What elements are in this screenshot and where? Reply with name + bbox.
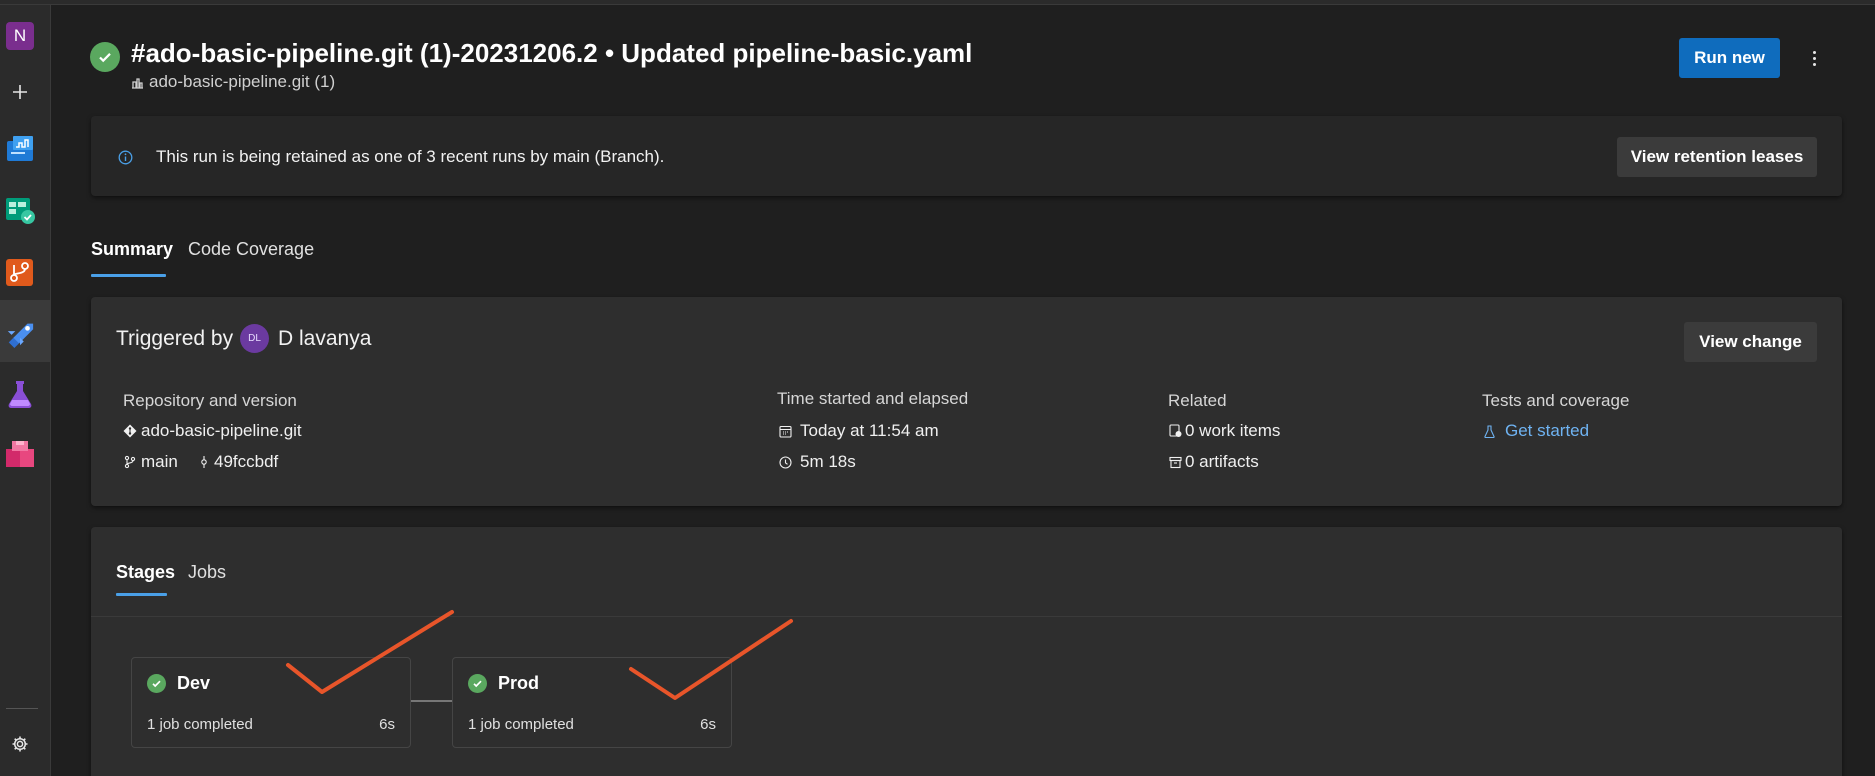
avatar: DL [240, 324, 269, 353]
get-started-text: Get started [1505, 421, 1590, 440]
clock-icon [779, 455, 792, 469]
get-started-link[interactable]: Get started [1484, 421, 1589, 441]
tab-summary[interactable]: Summary [91, 239, 173, 260]
time-heading: Time started and elapsed [777, 389, 969, 408]
repository-heading: Repository and version [123, 391, 297, 410]
stages-divider [91, 616, 1842, 617]
time-elapsed-value: 5m 18s [779, 452, 856, 472]
branch-name: main [141, 452, 178, 471]
project-icon[interactable]: N [5, 21, 35, 51]
more-actions-icon[interactable] [1804, 44, 1824, 72]
left-nav-rail: N [0, 5, 51, 776]
plus-icon[interactable] [5, 77, 35, 107]
stage-duration: 6s [700, 716, 716, 733]
work-items-count: 0 work items [1185, 421, 1281, 440]
repository-name: ado-basic-pipeline.git [141, 421, 302, 440]
beaker-icon [1484, 424, 1495, 438]
branch-icon [124, 455, 136, 469]
run-new-button[interactable]: Run new [1679, 38, 1780, 78]
tab-jobs[interactable]: Jobs [188, 562, 226, 583]
time-started: Today at 11:54 am [800, 421, 939, 440]
stage-name: Prod [498, 673, 540, 693]
stage-connector [411, 700, 452, 702]
stage-card-prod[interactable]: Prod 1 job completed 6s [452, 657, 732, 748]
stage-duration: 6s [379, 716, 395, 733]
overview-icon[interactable] [5, 134, 35, 164]
run-repo-name: ado-basic-pipeline.git (1) [149, 72, 336, 91]
run-success-check-icon [90, 42, 120, 72]
git-icon [123, 424, 137, 438]
test-plans-icon[interactable] [5, 379, 35, 409]
time-elapsed: 5m 18s [800, 452, 856, 471]
project-initial: N [6, 22, 34, 50]
rail-separator [6, 708, 38, 709]
view-change-button[interactable]: View change [1684, 322, 1817, 362]
stage-card-dev[interactable]: Dev 1 job completed 6s [131, 657, 411, 748]
artifacts-icon[interactable] [5, 439, 35, 469]
pipelines-icon[interactable] [5, 318, 35, 348]
tab-code-coverage[interactable]: Code Coverage [188, 239, 314, 260]
run-title: #ado-basic-pipeline.git (1)-20231206.2 •… [131, 38, 973, 68]
commit-icon [201, 456, 207, 468]
artifact-box-icon [1169, 456, 1182, 468]
tab-stages[interactable]: Stages [116, 562, 175, 583]
stage-jobs-status: 1 job completed [468, 716, 574, 733]
commit-hash: 49fccbdf [214, 452, 279, 471]
stage-name: Dev [177, 673, 211, 693]
commit-value[interactable]: 49fccbdf [198, 452, 278, 472]
run-repo-subtitle[interactable]: ado-basic-pipeline.git (1) [131, 72, 335, 92]
settings-gear-icon[interactable] [5, 729, 35, 759]
repos-icon[interactable] [5, 257, 35, 287]
triggered-by-label: Triggered by [116, 327, 234, 350]
tab-summary-underline [91, 274, 166, 277]
boards-icon[interactable] [5, 195, 35, 225]
repository-value[interactable]: ado-basic-pipeline.git [123, 421, 302, 441]
stage-jobs-status: 1 job completed [147, 716, 253, 733]
calendar-icon [779, 425, 792, 438]
artifacts-value[interactable]: 0 artifacts [1169, 452, 1259, 472]
retention-message: This run is being retained as one of 3 r… [156, 147, 665, 166]
top-border [0, 0, 1875, 5]
branch-value[interactable]: main [123, 452, 178, 472]
stage-success-icon [147, 674, 166, 693]
view-retention-leases-button[interactable]: View retention leases [1617, 137, 1817, 177]
tests-heading: Tests and coverage [1482, 391, 1630, 410]
info-icon [118, 150, 133, 165]
related-heading: Related [1168, 391, 1227, 410]
work-items-value[interactable]: 0 work items [1169, 421, 1280, 441]
repo-icon [132, 77, 143, 89]
stage-success-icon [468, 674, 487, 693]
tab-stages-underline [116, 593, 167, 596]
time-started-value: Today at 11:54 am [779, 421, 939, 441]
work-item-icon [1169, 424, 1182, 437]
artifacts-count: 0 artifacts [1185, 452, 1259, 471]
triggered-by-user[interactable]: D lavanya [278, 327, 371, 351]
retention-banner: This run is being retained as one of 3 r… [91, 116, 1842, 196]
